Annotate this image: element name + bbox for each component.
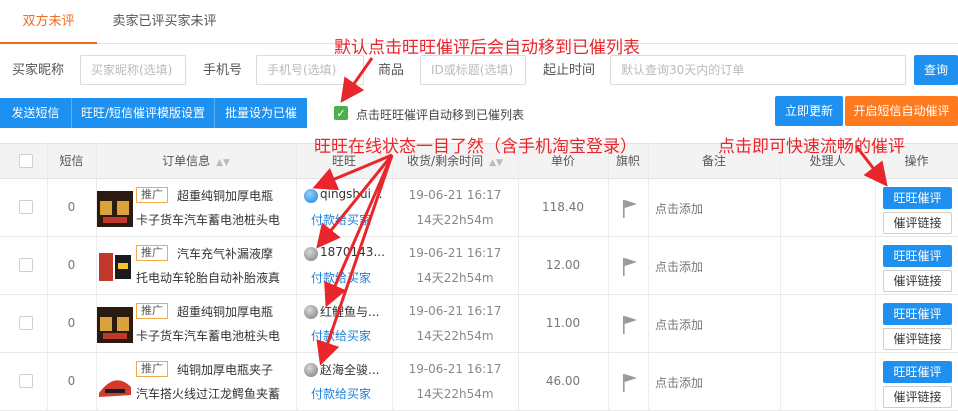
pay-status-link[interactable]: 付款给买家 bbox=[311, 211, 371, 228]
remaining-time: 14天22h54m bbox=[416, 213, 494, 227]
product-title-line1[interactable]: 超重纯铜加厚电瓶 bbox=[177, 303, 295, 320]
row-checkbox[interactable] bbox=[19, 200, 33, 214]
template-settings-button[interactable]: 旺旺/短信催评模版设置 bbox=[72, 98, 215, 128]
row-checkbox[interactable] bbox=[19, 258, 33, 272]
wangwang-remind-button[interactable]: 旺旺催评 bbox=[883, 361, 952, 383]
buyer-nick[interactable]: 红鲤鱼与... bbox=[320, 303, 390, 320]
product-thumbnail[interactable] bbox=[97, 365, 133, 401]
note-add-link[interactable]: 点击添加 bbox=[655, 374, 703, 391]
flag-icon[interactable] bbox=[622, 373, 638, 393]
product-label: 商品 bbox=[378, 63, 405, 78]
table-row: 0 推广 超重纯铜加厚电瓶 卡子货车汽车蓄电池桩头电 qingshui... 付… bbox=[0, 179, 958, 237]
receive-date: 19-06-21 16:17 bbox=[408, 304, 502, 318]
wangwang-offline-icon[interactable] bbox=[304, 363, 318, 377]
unit-price: 11.00 bbox=[545, 316, 581, 330]
col-order-info[interactable]: 订单信息 ▲▼ bbox=[96, 144, 296, 178]
flag-icon[interactable] bbox=[622, 257, 638, 277]
promo-badge: 推广 bbox=[136, 187, 168, 203]
unit-price: 46.00 bbox=[545, 374, 581, 388]
buyer-nick-input[interactable]: 买家昵称(选填) bbox=[80, 55, 186, 85]
refresh-now-button[interactable]: 立即更新 bbox=[775, 96, 843, 126]
annotation-online-status: 旺旺在线状态一目了然（含手机淘宝登录） bbox=[314, 137, 637, 157]
remind-link-button[interactable]: 催评链接 bbox=[883, 270, 952, 292]
tab-seller-reviewed[interactable]: 卖家已评买家未评 bbox=[97, 0, 232, 44]
product-title-line2[interactable]: 托电动车轮胎自动补胎液真 bbox=[136, 269, 294, 286]
auto-move-checkbox[interactable]: ✓ bbox=[334, 106, 348, 120]
sms-count: 0 bbox=[67, 316, 76, 330]
send-sms-button[interactable]: 发送短信 bbox=[0, 98, 72, 128]
remaining-time: 14天22h54m bbox=[416, 271, 494, 285]
select-all-checkbox[interactable] bbox=[19, 154, 33, 168]
receive-date: 19-06-21 16:17 bbox=[408, 362, 502, 376]
product-title-line2[interactable]: 卡子货车汽车蓄电池桩头电 bbox=[136, 327, 294, 344]
tab-both-unreviewed[interactable]: 双方未评 bbox=[0, 0, 97, 44]
promo-badge: 推广 bbox=[136, 303, 168, 319]
table-row: 0 推广 纯铜加厚电瓶夹子 汽车搭火线过江龙鳄鱼夹蓄 赵海全骏... 付款给买家… bbox=[0, 353, 958, 411]
product-title-line2[interactable]: 卡子货车汽车蓄电池桩头电 bbox=[136, 211, 294, 228]
auto-move-label: 点击旺旺催评自动移到已催列表 bbox=[356, 108, 525, 122]
product-input[interactable]: ID或标题(选填) bbox=[420, 55, 526, 85]
wangwang-remind-button[interactable]: 旺旺催评 bbox=[883, 245, 952, 267]
product-title-line1[interactable]: 汽车充气补漏液摩 bbox=[177, 245, 295, 262]
buyer-nick[interactable]: qingshui... bbox=[320, 187, 390, 201]
note-add-link[interactable]: 点击添加 bbox=[655, 200, 703, 217]
receive-date: 19-06-21 16:17 bbox=[408, 246, 502, 260]
batch-mark-button[interactable]: 批量设为已催 bbox=[215, 98, 307, 128]
sort-icon: ▲▼ bbox=[489, 158, 503, 168]
remaining-time: 14天22h54m bbox=[416, 387, 494, 401]
annotation-auto-move: 默认点击旺旺催评后会自动移到已催列表 bbox=[334, 38, 640, 58]
buyer-nick[interactable]: 赵海全骏... bbox=[320, 361, 390, 378]
remaining-time: 14天22h54m bbox=[416, 329, 494, 343]
table-row: 0 推广 汽车充气补漏液摩 托电动车轮胎自动补胎液真 1870143... 付款… bbox=[0, 237, 958, 295]
query-button[interactable]: 查询 bbox=[914, 55, 958, 85]
pay-status-link[interactable]: 付款给买家 bbox=[311, 269, 371, 286]
wangwang-offline-icon[interactable] bbox=[304, 247, 318, 261]
phone-input[interactable]: 手机号(选填) bbox=[256, 55, 364, 85]
product-title-line2[interactable]: 汽车搭火线过江龙鳄鱼夹蓄 bbox=[136, 385, 294, 402]
product-thumbnail[interactable] bbox=[97, 307, 133, 343]
buyer-nick[interactable]: 1870143... bbox=[320, 245, 390, 259]
wangwang-offline-icon[interactable] bbox=[304, 305, 318, 319]
sort-icon: ▲▼ bbox=[216, 158, 230, 168]
flag-icon[interactable] bbox=[622, 315, 638, 335]
col-sms: 短信 bbox=[59, 154, 84, 168]
pay-status-link[interactable]: 付款给买家 bbox=[311, 327, 371, 344]
wangwang-online-icon[interactable] bbox=[304, 189, 318, 203]
annotation-quick-remind: 点击即可快速流畅的催评 bbox=[718, 137, 905, 157]
wangwang-remind-button[interactable]: 旺旺催评 bbox=[883, 187, 952, 209]
sms-count: 0 bbox=[67, 374, 76, 388]
promo-badge: 推广 bbox=[136, 245, 168, 261]
sms-count: 0 bbox=[67, 200, 76, 214]
unit-price: 12.00 bbox=[545, 258, 581, 272]
enable-sms-auto-button[interactable]: 开启短信自动催评 bbox=[845, 96, 958, 126]
row-checkbox[interactable] bbox=[19, 374, 33, 388]
sms-count: 0 bbox=[67, 258, 76, 272]
row-checkbox[interactable] bbox=[19, 316, 33, 330]
product-title-line1[interactable]: 超重纯铜加厚电瓶 bbox=[177, 187, 295, 204]
remind-link-button[interactable]: 催评链接 bbox=[883, 212, 952, 234]
product-title-line1[interactable]: 纯铜加厚电瓶夹子 bbox=[177, 361, 295, 378]
table-row: 0 推广 超重纯铜加厚电瓶 卡子货车汽车蓄电池桩头电 红鲤鱼与... 付款给买家… bbox=[0, 295, 958, 353]
buyer-nick-label: 买家昵称 bbox=[12, 63, 65, 78]
pay-status-link[interactable]: 付款给买家 bbox=[311, 385, 371, 402]
col-order-info-label: 订单信息 bbox=[162, 154, 211, 168]
promo-badge: 推广 bbox=[136, 361, 168, 377]
note-add-link[interactable]: 点击添加 bbox=[655, 316, 703, 333]
note-add-link[interactable]: 点击添加 bbox=[655, 258, 703, 275]
product-thumbnail[interactable] bbox=[97, 191, 133, 227]
receive-date: 19-06-21 16:17 bbox=[408, 188, 502, 202]
remind-link-button[interactable]: 催评链接 bbox=[883, 386, 952, 408]
product-thumbnail[interactable] bbox=[97, 249, 133, 285]
remind-link-button[interactable]: 催评链接 bbox=[883, 328, 952, 350]
date-range-label: 起止时间 bbox=[543, 63, 596, 78]
flag-icon[interactable] bbox=[622, 199, 638, 219]
date-range-input[interactable]: 默认查询30天内的订单 bbox=[610, 55, 906, 85]
wangwang-remind-button[interactable]: 旺旺催评 bbox=[883, 303, 952, 325]
unit-price: 118.40 bbox=[542, 200, 584, 214]
phone-label: 手机号 bbox=[203, 63, 243, 78]
